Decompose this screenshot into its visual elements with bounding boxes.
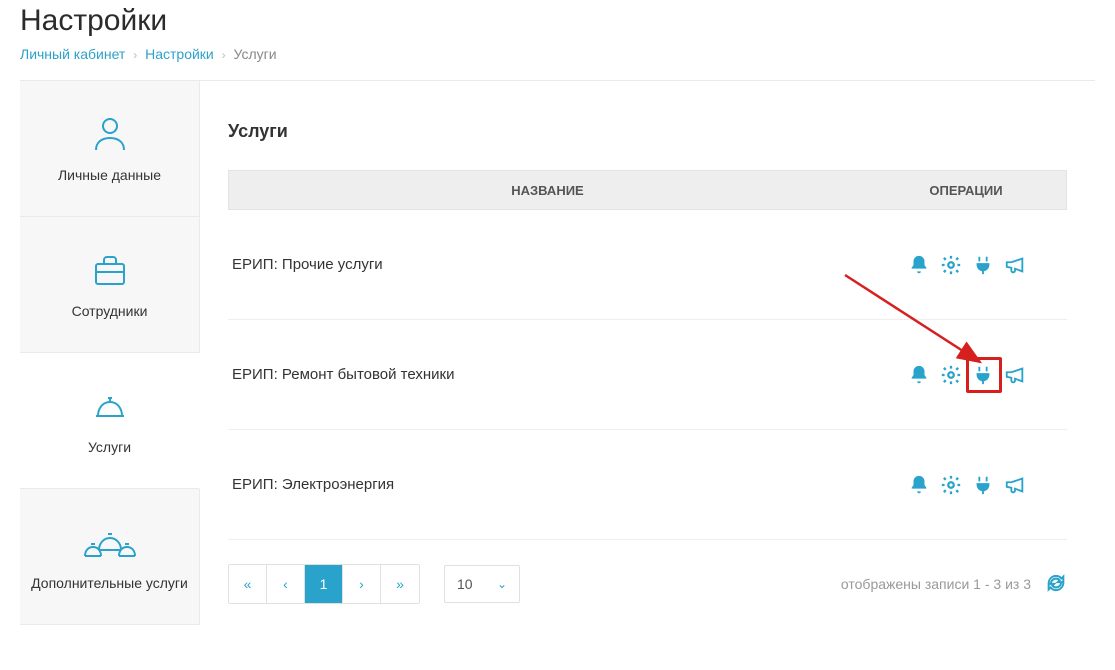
annotation-highlight [966,357,1002,393]
sidebar: Личные данные Сотрудники [20,81,200,625]
pager: « ‹ 1 › » [228,564,420,604]
chevron-down-icon: ⌄ [497,577,507,591]
service-name: ЕРИП: Ремонт бытовой техники [228,366,867,383]
page-size-value: 10 [457,576,473,592]
briefcase-icon [90,250,130,293]
gear-icon[interactable] [938,252,964,278]
gear-icon[interactable] [938,472,964,498]
breadcrumb-link-1[interactable]: Личный кабинет [20,46,125,62]
sidebar-item-label: Личные данные [58,167,161,183]
sidebar-item-additional-services[interactable]: Дополнительные услуги [20,489,200,625]
breadcrumb-sep: › [218,48,230,62]
megaphone-icon[interactable] [1002,362,1028,388]
main-content: Услуги НАЗВАНИЕ ОПЕРАЦИИ ЕРИП: Прочие ус… [200,81,1095,625]
breadcrumb-sep: › [129,48,141,62]
pager-next[interactable]: › [343,565,381,603]
pager-last[interactable]: » [381,565,419,603]
service-name: ЕРИП: Прочие услуги [228,256,867,273]
page-size-select[interactable]: 10 ⌄ [444,565,520,603]
service-name: ЕРИП: Электроэнергия [228,476,867,493]
table-header: НАЗВАНИЕ ОПЕРАЦИИ [228,170,1067,210]
bell-icon[interactable] [906,252,932,278]
pagination-row: « ‹ 1 › » 10 ⌄ отображены записи 1 - 3 и… [228,540,1067,604]
column-header-name: НАЗВАНИЕ [229,183,866,198]
sidebar-item-employees[interactable]: Сотрудники [20,217,200,353]
column-header-operations: ОПЕРАЦИИ [866,183,1066,198]
section-title: Услуги [228,121,1067,142]
service-bell-icon [90,386,130,429]
breadcrumb: Личный кабинет › Настройки › Услуги [20,46,1095,80]
operations-cell [867,252,1067,278]
pager-page-current[interactable]: 1 [305,565,343,603]
breadcrumb-link-2[interactable]: Настройки [145,46,214,62]
operations-cell [867,472,1067,498]
sidebar-item-label: Дополнительные услуги [31,575,188,591]
megaphone-icon[interactable] [1002,472,1028,498]
pager-prev[interactable]: ‹ [267,565,305,603]
bell-icon[interactable] [906,472,932,498]
sidebar-item-label: Услуги [88,439,131,455]
sidebar-item-services[interactable]: Услуги [20,353,200,489]
multi-bell-icon [81,522,139,565]
breadcrumb-current: Услуги [234,46,277,62]
bell-icon[interactable] [906,362,932,388]
user-icon [90,114,130,157]
megaphone-icon[interactable] [1002,252,1028,278]
page-title: Настройки [20,0,1095,46]
table-row: ЕРИП: Электроэнергия [228,430,1067,540]
plug-icon[interactable] [970,472,996,498]
sidebar-item-personal[interactable]: Личные данные [20,81,200,217]
table-row: ЕРИП: Ремонт бытовой техники [228,320,1067,430]
plug-icon[interactable] [970,252,996,278]
gear-icon[interactable] [938,362,964,388]
table-row: ЕРИП: Прочие услуги [228,210,1067,320]
operations-cell [867,362,1067,388]
pagination-summary: отображены записи 1 - 3 из 3 [841,576,1031,592]
sidebar-item-label: Сотрудники [72,303,148,319]
refresh-icon[interactable] [1045,572,1067,597]
pagination-summary-container: отображены записи 1 - 3 из 3 [841,572,1067,597]
pager-first[interactable]: « [229,565,267,603]
